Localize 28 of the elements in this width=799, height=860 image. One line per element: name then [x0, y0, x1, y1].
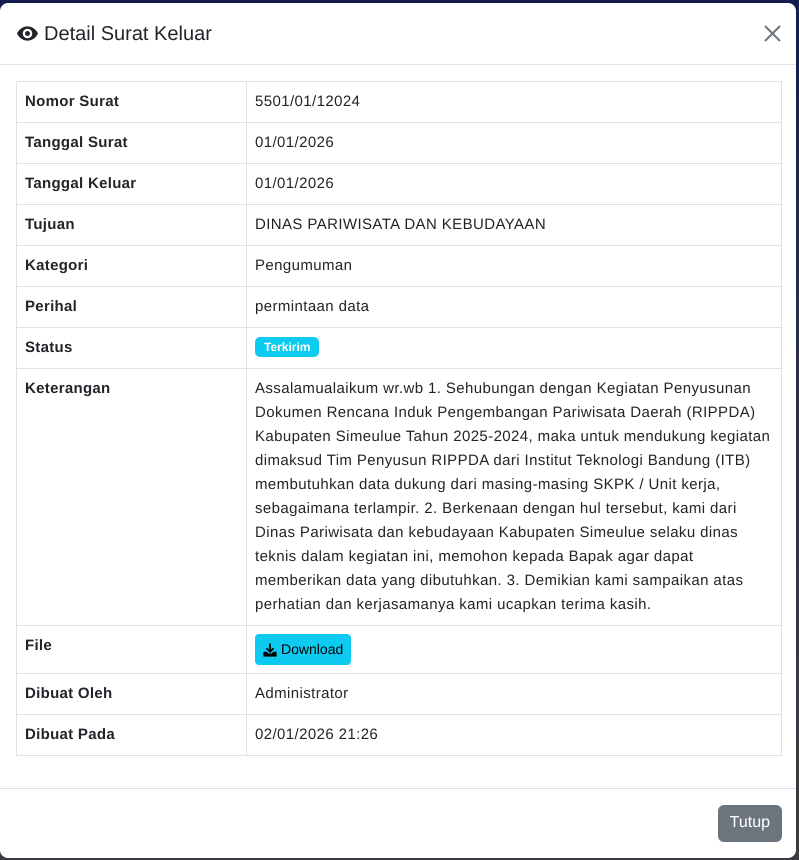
field-value: Assalamualaikum wr.wb 1. Sehubungan dengan Kegiatan Penyusunan Dokumen Rencana Induk Pengembangan Pariwisata Daerah (RIPPDA) Kabupaten Simeulue Tahun 2025-2024, maka untuk mendukung kegiatan dimaksud Tim Penyusun RIPPDA dari Institut Teknologi Bandung (ITB) membutuhkan data dukung dari masing-masing SKPK / Unit kerja, sebagaimana terlampir. 2. Berkenaan dengan hul tersebut, kami dari Dinas Pariwisata dan kebudayaan Kabupaten Simeulue selaku dinas teknis dalam kegiatan ini, memohon kepada Bapak agar dapat memberikan data yang dibutuhkan. 3. Demikian kami sampaikan atas perhatian dan kerjasamanya kami ucapkan terima kasih.: [246, 368, 782, 626]
modal-title: Detail Surat Keluar: [44, 22, 212, 46]
field-label: File: [16, 626, 246, 674]
field-label: Dibuat Oleh: [16, 674, 246, 714]
field-label: Kategori: [16, 246, 246, 286]
field-value: permintaan data: [246, 286, 782, 328]
field-value: 5501/01/12024: [246, 82, 782, 122]
field-value: DINAS PARIWISATA DAN KEBUDAYAAN: [246, 204, 782, 246]
field-label: Tanggal Keluar: [16, 164, 246, 204]
field-label: Nomor Surat: [16, 82, 246, 122]
field-label: Perihal: [16, 286, 246, 328]
field-value: 01/01/2026: [246, 122, 782, 164]
field-value: 01/01/2026: [246, 164, 782, 204]
download-button[interactable]: Download: [255, 634, 352, 665]
close-icon: [764, 25, 781, 42]
field-label: Tanggal Surat: [16, 122, 246, 164]
field-label: Tujuan: [16, 204, 246, 246]
field-label: Keterangan: [16, 368, 246, 626]
close-dialog-button[interactable]: Tutup: [718, 805, 782, 842]
field-label: Status: [16, 328, 246, 368]
field-value: 02/01/2026 21:26: [246, 714, 782, 756]
field-value: Pengumuman: [246, 246, 782, 286]
eye-icon: [17, 26, 38, 41]
download-icon: [263, 642, 277, 656]
status-badge: Terkirim: [255, 337, 320, 357]
field-value: Administrator: [246, 674, 782, 714]
close-button[interactable]: [764, 25, 781, 42]
field-label: Dibuat Pada: [16, 714, 246, 756]
